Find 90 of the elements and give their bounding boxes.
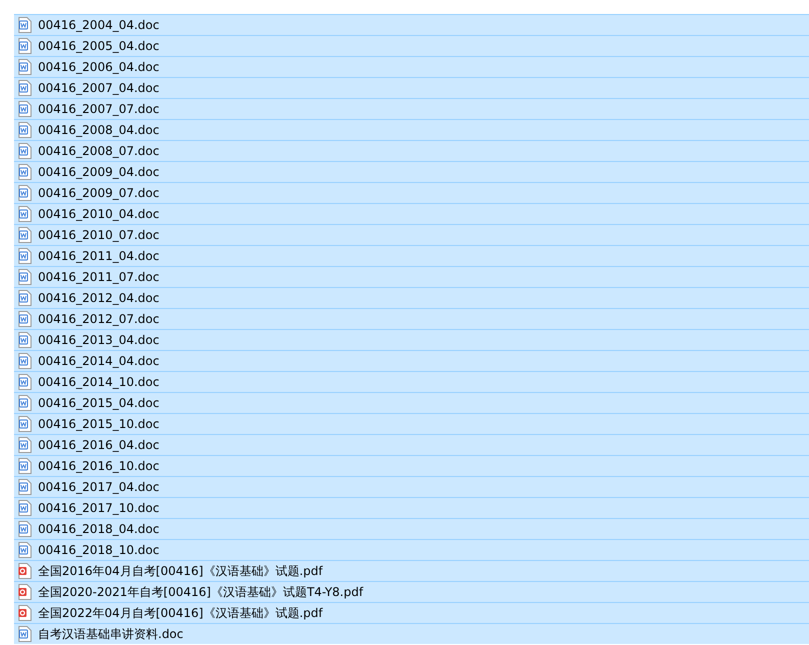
file-row[interactable]: 00416_2018_04.doc bbox=[14, 518, 809, 539]
pdf-file-icon bbox=[18, 605, 32, 621]
document-file-icon bbox=[18, 332, 32, 348]
file-row[interactable]: 00416_2014_04.doc bbox=[14, 350, 809, 371]
file-name: 00416_2016_04.doc bbox=[38, 437, 160, 454]
pdf-file-icon bbox=[18, 584, 32, 600]
document-file-icon bbox=[18, 437, 32, 453]
file-row[interactable]: 00416_2005_04.doc bbox=[14, 35, 809, 56]
document-file-icon bbox=[18, 626, 32, 642]
document-file-icon bbox=[18, 38, 32, 54]
file-row[interactable]: 自考汉语基础串讲资料.doc bbox=[14, 623, 809, 644]
file-name: 00416_2012_07.doc bbox=[38, 311, 160, 328]
file-row[interactable]: 00416_2013_04.doc bbox=[14, 329, 809, 350]
file-name: 00416_2018_10.doc bbox=[38, 542, 160, 559]
file-name: 00416_2008_04.doc bbox=[38, 122, 160, 139]
file-name: 00416_2008_07.doc bbox=[38, 143, 160, 160]
file-name: 00416_2006_04.doc bbox=[38, 59, 160, 76]
file-name: 00416_2018_04.doc bbox=[38, 521, 160, 538]
file-name: 全国2016年04月自考[00416]《汉语基础》试题.pdf bbox=[38, 563, 323, 580]
file-name: 00416_2007_04.doc bbox=[38, 80, 160, 97]
file-row[interactable]: 00416_2009_07.doc bbox=[14, 182, 809, 203]
file-row[interactable]: 00416_2016_04.doc bbox=[14, 434, 809, 455]
file-row[interactable]: 全国2016年04月自考[00416]《汉语基础》试题.pdf bbox=[14, 560, 809, 581]
document-file-icon bbox=[18, 185, 32, 201]
document-file-icon bbox=[18, 416, 32, 432]
file-row[interactable]: 00416_2012_07.doc bbox=[14, 308, 809, 329]
document-file-icon bbox=[18, 500, 32, 516]
document-file-icon bbox=[18, 269, 32, 285]
file-name: 00416_2017_04.doc bbox=[38, 479, 160, 496]
file-row[interactable]: 全国2022年04月自考[00416]《汉语基础》试题.pdf bbox=[14, 602, 809, 623]
file-row[interactable]: 00416_2015_10.doc bbox=[14, 413, 809, 434]
file-name: 00416_2011_04.doc bbox=[38, 248, 160, 265]
file-row[interactable]: 00416_2011_04.doc bbox=[14, 245, 809, 266]
file-row[interactable]: 00416_2004_04.doc bbox=[14, 14, 809, 35]
file-name: 自考汉语基础串讲资料.doc bbox=[38, 626, 184, 643]
file-row[interactable]: 00416_2016_10.doc bbox=[14, 455, 809, 476]
document-file-icon bbox=[18, 311, 32, 327]
document-file-icon bbox=[18, 395, 32, 411]
document-file-icon bbox=[18, 122, 32, 138]
file-name: 00416_2015_04.doc bbox=[38, 395, 160, 412]
document-file-icon bbox=[18, 164, 32, 180]
file-row[interactable]: 00416_2007_04.doc bbox=[14, 77, 809, 98]
file-name: 全国2020-2021年自考[00416]《汉语基础》试题T4-Y8.pdf bbox=[38, 584, 364, 601]
document-file-icon bbox=[18, 290, 32, 306]
file-name: 00416_2005_04.doc bbox=[38, 38, 160, 55]
file-name: 全国2022年04月自考[00416]《汉语基础》试题.pdf bbox=[38, 605, 323, 622]
document-file-icon bbox=[18, 374, 32, 390]
document-file-icon bbox=[18, 59, 32, 75]
file-name: 00416_2009_07.doc bbox=[38, 185, 160, 202]
document-file-icon bbox=[18, 353, 32, 369]
document-file-icon bbox=[18, 542, 32, 558]
document-file-icon bbox=[18, 248, 32, 264]
file-row[interactable]: 00416_2008_07.doc bbox=[14, 140, 809, 161]
file-row[interactable]: 00416_2010_07.doc bbox=[14, 224, 809, 245]
file-row[interactable]: 00416_2017_04.doc bbox=[14, 476, 809, 497]
document-file-icon bbox=[18, 521, 32, 537]
document-file-icon bbox=[18, 143, 32, 159]
file-name: 00416_2010_04.doc bbox=[38, 206, 160, 223]
file-row[interactable]: 00416_2011_07.doc bbox=[14, 266, 809, 287]
file-row[interactable]: 00416_2018_10.doc bbox=[14, 539, 809, 560]
file-row[interactable]: 00416_2014_10.doc bbox=[14, 371, 809, 392]
file-name: 00416_2014_04.doc bbox=[38, 353, 160, 370]
document-file-icon bbox=[18, 17, 32, 33]
file-row[interactable]: 00416_2017_10.doc bbox=[14, 497, 809, 518]
file-row[interactable]: 00416_2009_04.doc bbox=[14, 161, 809, 182]
file-name: 00416_2009_04.doc bbox=[38, 164, 160, 181]
file-name: 00416_2016_10.doc bbox=[38, 458, 160, 475]
file-name: 00416_2010_07.doc bbox=[38, 227, 160, 244]
file-row[interactable]: 00416_2015_04.doc bbox=[14, 392, 809, 413]
file-name: 00416_2013_04.doc bbox=[38, 332, 160, 349]
file-row[interactable]: 00416_2006_04.doc bbox=[14, 56, 809, 77]
file-name: 00416_2014_10.doc bbox=[38, 374, 160, 391]
file-row[interactable]: 00416_2008_04.doc bbox=[14, 119, 809, 140]
document-file-icon bbox=[18, 227, 32, 243]
file-name: 00416_2004_04.doc bbox=[38, 17, 160, 34]
document-file-icon bbox=[18, 458, 32, 474]
file-name: 00416_2012_04.doc bbox=[38, 290, 160, 307]
file-row[interactable]: 00416_2007_07.doc bbox=[14, 98, 809, 119]
file-row[interactable]: 全国2020-2021年自考[00416]《汉语基础》试题T4-Y8.pdf bbox=[14, 581, 809, 602]
document-file-icon bbox=[18, 479, 32, 495]
document-file-icon bbox=[18, 101, 32, 117]
document-file-icon bbox=[18, 80, 32, 96]
file-name: 00416_2017_10.doc bbox=[38, 500, 160, 517]
pdf-file-icon bbox=[18, 563, 32, 579]
file-name: 00416_2015_10.doc bbox=[38, 416, 160, 433]
file-name: 00416_2007_07.doc bbox=[38, 101, 160, 118]
document-file-icon bbox=[18, 206, 32, 222]
file-row[interactable]: 00416_2012_04.doc bbox=[14, 287, 809, 308]
file-row[interactable]: 00416_2010_04.doc bbox=[14, 203, 809, 224]
file-name: 00416_2011_07.doc bbox=[38, 269, 160, 286]
